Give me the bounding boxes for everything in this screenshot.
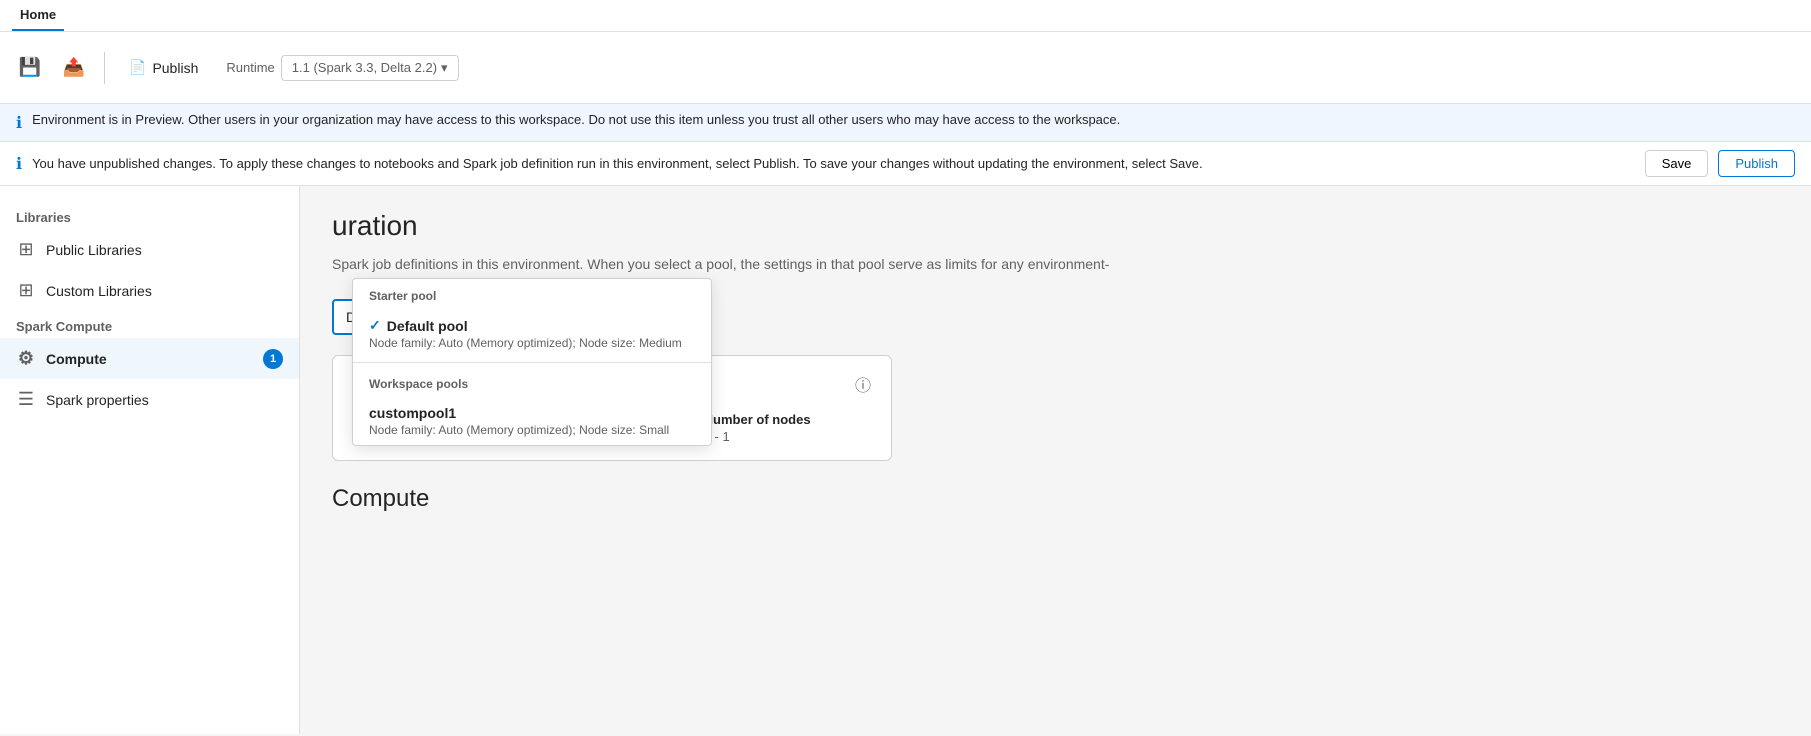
spark-compute-section-label: Spark Compute bbox=[0, 311, 299, 338]
sidebar: Libraries ⊞ Public Libraries ⊞ Custom Li… bbox=[0, 186, 300, 734]
public-libraries-icon: ⊞ bbox=[16, 239, 36, 260]
content-title: uration bbox=[332, 210, 1779, 242]
custompool1-name: custompool1 bbox=[369, 405, 695, 421]
export-button[interactable]: 📤 bbox=[56, 50, 92, 86]
export-icon: 📤 bbox=[63, 57, 85, 78]
workspace-pools-header: Workspace pools bbox=[353, 367, 711, 397]
pool-info-icon[interactable]: ⓘ bbox=[855, 372, 871, 396]
pool-dropdown[interactable]: Starter pool ✓ Default pool Node family:… bbox=[352, 278, 712, 446]
node-count-value: 1 - 1 bbox=[704, 429, 871, 444]
content-area: uration Spark job definitions in this en… bbox=[300, 186, 1811, 734]
runtime-value: 1.1 (Spark 3.3, Delta 2.2) bbox=[292, 60, 437, 75]
preview-banner: ℹ Environment is in Preview. Other users… bbox=[0, 104, 1811, 142]
runtime-section: Runtime 1.1 (Spark 3.3, Delta 2.2) ▾ bbox=[226, 55, 458, 81]
compute-label: Compute bbox=[46, 351, 107, 367]
banner-publish-button[interactable]: Publish bbox=[1718, 150, 1795, 177]
publish-icon: 📄 bbox=[129, 59, 146, 76]
publish-label: Publish bbox=[152, 60, 198, 76]
sidebar-item-public-libraries[interactable]: ⊞ Public Libraries bbox=[0, 229, 299, 270]
default-pool-item[interactable]: ✓ Default pool Node family: Auto (Memory… bbox=[353, 309, 711, 358]
spark-properties-icon: ☰ bbox=[16, 389, 36, 410]
banner-save-button[interactable]: Save bbox=[1645, 150, 1709, 177]
pool-divider bbox=[353, 362, 711, 363]
runtime-dropdown[interactable]: 1.1 (Spark 3.3, Delta 2.2) ▾ bbox=[281, 55, 459, 81]
save-icon: 💾 bbox=[19, 57, 41, 78]
default-pool-desc: Node family: Auto (Memory optimized); No… bbox=[369, 336, 695, 350]
sidebar-item-spark-properties[interactable]: ☰ Spark properties bbox=[0, 379, 299, 420]
content-description: Spark job definitions in this environmen… bbox=[332, 254, 1779, 275]
toolbar-divider bbox=[104, 52, 105, 84]
changes-banner: ℹ You have unpublished changes. To apply… bbox=[0, 142, 1811, 186]
info-icon-2: ℹ bbox=[16, 154, 22, 174]
custom-libraries-icon: ⊞ bbox=[16, 280, 36, 301]
custompool1-desc: Node family: Auto (Memory optimized); No… bbox=[369, 423, 695, 437]
sidebar-item-custom-libraries[interactable]: ⊞ Custom Libraries bbox=[0, 270, 299, 311]
compute-badge: 1 bbox=[263, 349, 283, 369]
save-button[interactable]: 💾 bbox=[12, 50, 48, 86]
runtime-label: Runtime bbox=[226, 60, 274, 75]
spark-properties-label: Spark properties bbox=[46, 392, 149, 408]
publish-button[interactable]: 📄 Publish bbox=[117, 53, 210, 82]
compute-icon: ⚙ bbox=[16, 348, 36, 369]
changes-message: You have unpublished changes. To apply t… bbox=[32, 156, 1635, 171]
chevron-down-icon: ▾ bbox=[441, 60, 448, 76]
custom-libraries-label: Custom Libraries bbox=[46, 283, 152, 299]
home-tab[interactable]: Home bbox=[12, 0, 64, 31]
public-libraries-label: Public Libraries bbox=[46, 242, 142, 258]
custompool1-item[interactable]: custompool1 Node family: Auto (Memory op… bbox=[353, 397, 711, 445]
compute-section-title: Compute bbox=[332, 485, 1779, 513]
node-count-label: Number of nodes bbox=[704, 412, 871, 427]
info-icon: ℹ bbox=[16, 113, 22, 133]
libraries-section-label: Libraries bbox=[0, 202, 299, 229]
checkmark-icon: ✓ bbox=[369, 317, 381, 334]
sidebar-item-compute[interactable]: ⚙ Compute 1 bbox=[0, 338, 299, 379]
node-count-col: Number of nodes 1 - 1 bbox=[704, 412, 871, 444]
default-pool-name: ✓ Default pool bbox=[369, 317, 695, 334]
starter-pool-header: Starter pool bbox=[353, 279, 711, 309]
preview-message: Environment is in Preview. Other users i… bbox=[32, 112, 1120, 127]
top-nav: Home bbox=[0, 0, 1811, 32]
toolbar: 💾 📤 📄 Publish Runtime 1.1 (Spark 3.3, De… bbox=[0, 32, 1811, 104]
main-layout: Libraries ⊞ Public Libraries ⊞ Custom Li… bbox=[0, 186, 1811, 734]
